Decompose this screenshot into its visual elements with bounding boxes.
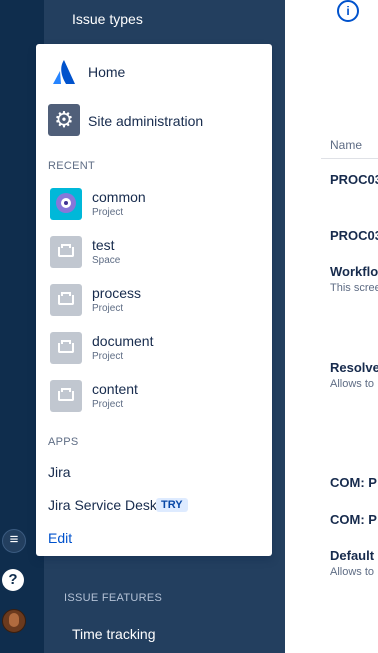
recent-item-common[interactable]: common Project: [36, 184, 272, 232]
gear-icon: ⚙: [48, 104, 80, 136]
robot-project-avatar-icon: [50, 188, 82, 220]
recent-item-name: document: [92, 333, 154, 349]
recent-item-test[interactable]: test Space: [36, 232, 272, 280]
recent-item-name: test: [92, 237, 115, 253]
atlassian-logo-icon: [53, 60, 75, 84]
recent-item-name: process: [92, 285, 142, 301]
table-row: Resolve Allows to: [330, 360, 378, 390]
site-administration-menu-item[interactable]: ⚙ Site administration: [36, 100, 272, 144]
row-title[interactable]: COM: P: [330, 475, 377, 490]
row-title[interactable]: Resolve: [330, 360, 378, 375]
recent-item-type: Project: [92, 207, 124, 218]
row-description: Allows to: [330, 378, 375, 390]
table-row: Workflo This scree: [330, 264, 378, 294]
sidebar-item-time-tracking[interactable]: Time tracking: [72, 626, 156, 642]
edit-link[interactable]: Edit: [48, 530, 72, 546]
name-column-header: Name: [330, 138, 363, 152]
avatar[interactable]: [2, 609, 26, 633]
try-badge[interactable]: TRY: [156, 498, 188, 512]
main-content: i Name PROC03 PROC03 Workflo This scree …: [285, 0, 378, 653]
info-icon[interactable]: i: [337, 0, 359, 22]
row-description: This scree: [330, 282, 378, 294]
app-link-jira-service-desk[interactable]: Jira Service Desk: [48, 497, 157, 513]
recent-item-type: Project: [92, 303, 124, 314]
tray-avatar-icon: [50, 284, 82, 316]
apps-section-label: APPS: [48, 436, 79, 448]
app-link-jira[interactable]: Jira: [48, 464, 71, 480]
row-title[interactable]: COM: P: [330, 512, 377, 527]
row-title[interactable]: Default: [330, 548, 374, 563]
recent-section-label: RECENT: [48, 160, 96, 172]
help-icon[interactable]: ?: [2, 569, 24, 591]
recent-item-name: common: [92, 189, 146, 205]
tray-avatar-icon: [50, 380, 82, 412]
header-divider: [321, 158, 378, 159]
sidebar-item-issue-types[interactable]: Issue types: [72, 11, 143, 27]
table-row: COM: P: [330, 475, 377, 490]
table-row: Default Allows to: [330, 548, 374, 578]
recent-item-type: Project: [92, 399, 124, 410]
recent-item-name: content: [92, 381, 138, 397]
table-row: PROC03: [330, 172, 378, 187]
row-title[interactable]: Workflo: [330, 264, 378, 279]
home-label: Home: [88, 64, 126, 80]
row-description: Allows to: [330, 566, 375, 578]
app-switcher-dropdown: Home ⚙ Site administration RECENT common…: [36, 44, 272, 556]
home-menu-item[interactable]: Home: [36, 44, 272, 100]
sidebar-section-title: ISSUE FEATURES: [64, 592, 163, 604]
row-title[interactable]: PROC03: [330, 172, 378, 187]
recent-item-content[interactable]: content Project: [36, 376, 272, 424]
menu-icon[interactable]: ≡: [2, 529, 26, 553]
recent-item-process[interactable]: process Project: [36, 280, 272, 328]
table-row: COM: P: [330, 512, 377, 527]
table-row: PROC03: [330, 228, 378, 243]
recent-item-document[interactable]: document Project: [36, 328, 272, 376]
tray-avatar-icon: [50, 236, 82, 268]
tray-avatar-icon: [50, 332, 82, 364]
recent-item-type: Project: [92, 351, 124, 362]
row-title[interactable]: PROC03: [330, 228, 378, 243]
recent-item-type: Space: [92, 255, 121, 266]
site-administration-label: Site administration: [88, 113, 204, 129]
